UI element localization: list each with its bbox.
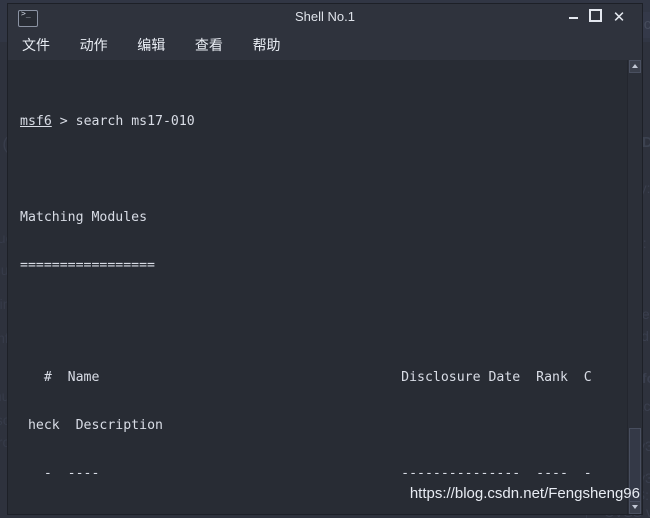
table-header-row-2: heck Description bbox=[20, 418, 628, 434]
rule-num: - bbox=[43, 466, 52, 481]
header-check: C bbox=[583, 370, 592, 385]
header-name: Name bbox=[67, 370, 100, 385]
command-text: search ms17-010 bbox=[75, 114, 195, 129]
watermark: https://blog.csdn.net/Fengsheng96 bbox=[409, 485, 640, 502]
menu-item-edit[interactable]: 编辑 bbox=[137, 32, 165, 60]
triangle-down-icon bbox=[632, 505, 638, 509]
terminal-window: Shell No.1 ✕ 文件 动作 编辑 查看 帮助 msf6 > searc… bbox=[8, 4, 642, 514]
triangle-up-icon bbox=[632, 64, 638, 68]
terminal-scrollbar[interactable] bbox=[627, 60, 642, 514]
rule-check: - bbox=[583, 466, 592, 481]
menu-item-file[interactable]: 文件 bbox=[22, 32, 50, 60]
matching-modules-rule: ================= bbox=[20, 258, 155, 273]
window-title: Shell No.1 bbox=[295, 9, 355, 24]
maximize-button[interactable] bbox=[586, 8, 604, 28]
minimize-icon bbox=[568, 17, 578, 19]
rule-name: ---- bbox=[67, 466, 100, 481]
header-num: # bbox=[43, 370, 52, 385]
command-line: msf6 > search ms17-010 bbox=[20, 114, 628, 130]
table-header-row-1: # Name Disclosure Date Rank C bbox=[20, 370, 628, 386]
header-disclosure: Disclosure Date bbox=[401, 370, 521, 385]
prompt-separator: > bbox=[59, 114, 68, 129]
menu-item-actions[interactable]: 动作 bbox=[80, 32, 108, 60]
terminal-screen[interactable]: msf6 > search ms17-010 Matching Modules … bbox=[8, 60, 628, 514]
minimize-button[interactable] bbox=[564, 8, 582, 28]
header-description: Description bbox=[75, 418, 163, 433]
menu-item-view[interactable]: 查看 bbox=[195, 32, 223, 60]
table-rule-row-1: - ---- --------------- ---- - bbox=[20, 466, 628, 482]
title-bar[interactable]: Shell No.1 ✕ bbox=[8, 4, 642, 32]
rule-rank: ---- bbox=[536, 466, 568, 481]
matching-modules-title: Matching Modules bbox=[20, 210, 148, 225]
scroll-up-arrow[interactable] bbox=[629, 60, 641, 73]
prompt-user: msf6 bbox=[20, 114, 52, 129]
rule-disclosure: --------------- bbox=[401, 466, 521, 481]
maximize-icon bbox=[588, 9, 602, 22]
close-button[interactable]: ✕ bbox=[610, 8, 628, 28]
header-rank: Rank bbox=[536, 370, 568, 385]
menu-bar: 文件 动作 编辑 查看 帮助 bbox=[8, 32, 642, 60]
header-check-wrap: heck bbox=[27, 418, 60, 433]
scroll-down-arrow[interactable] bbox=[629, 501, 641, 514]
menu-item-help[interactable]: 帮助 bbox=[253, 32, 281, 60]
